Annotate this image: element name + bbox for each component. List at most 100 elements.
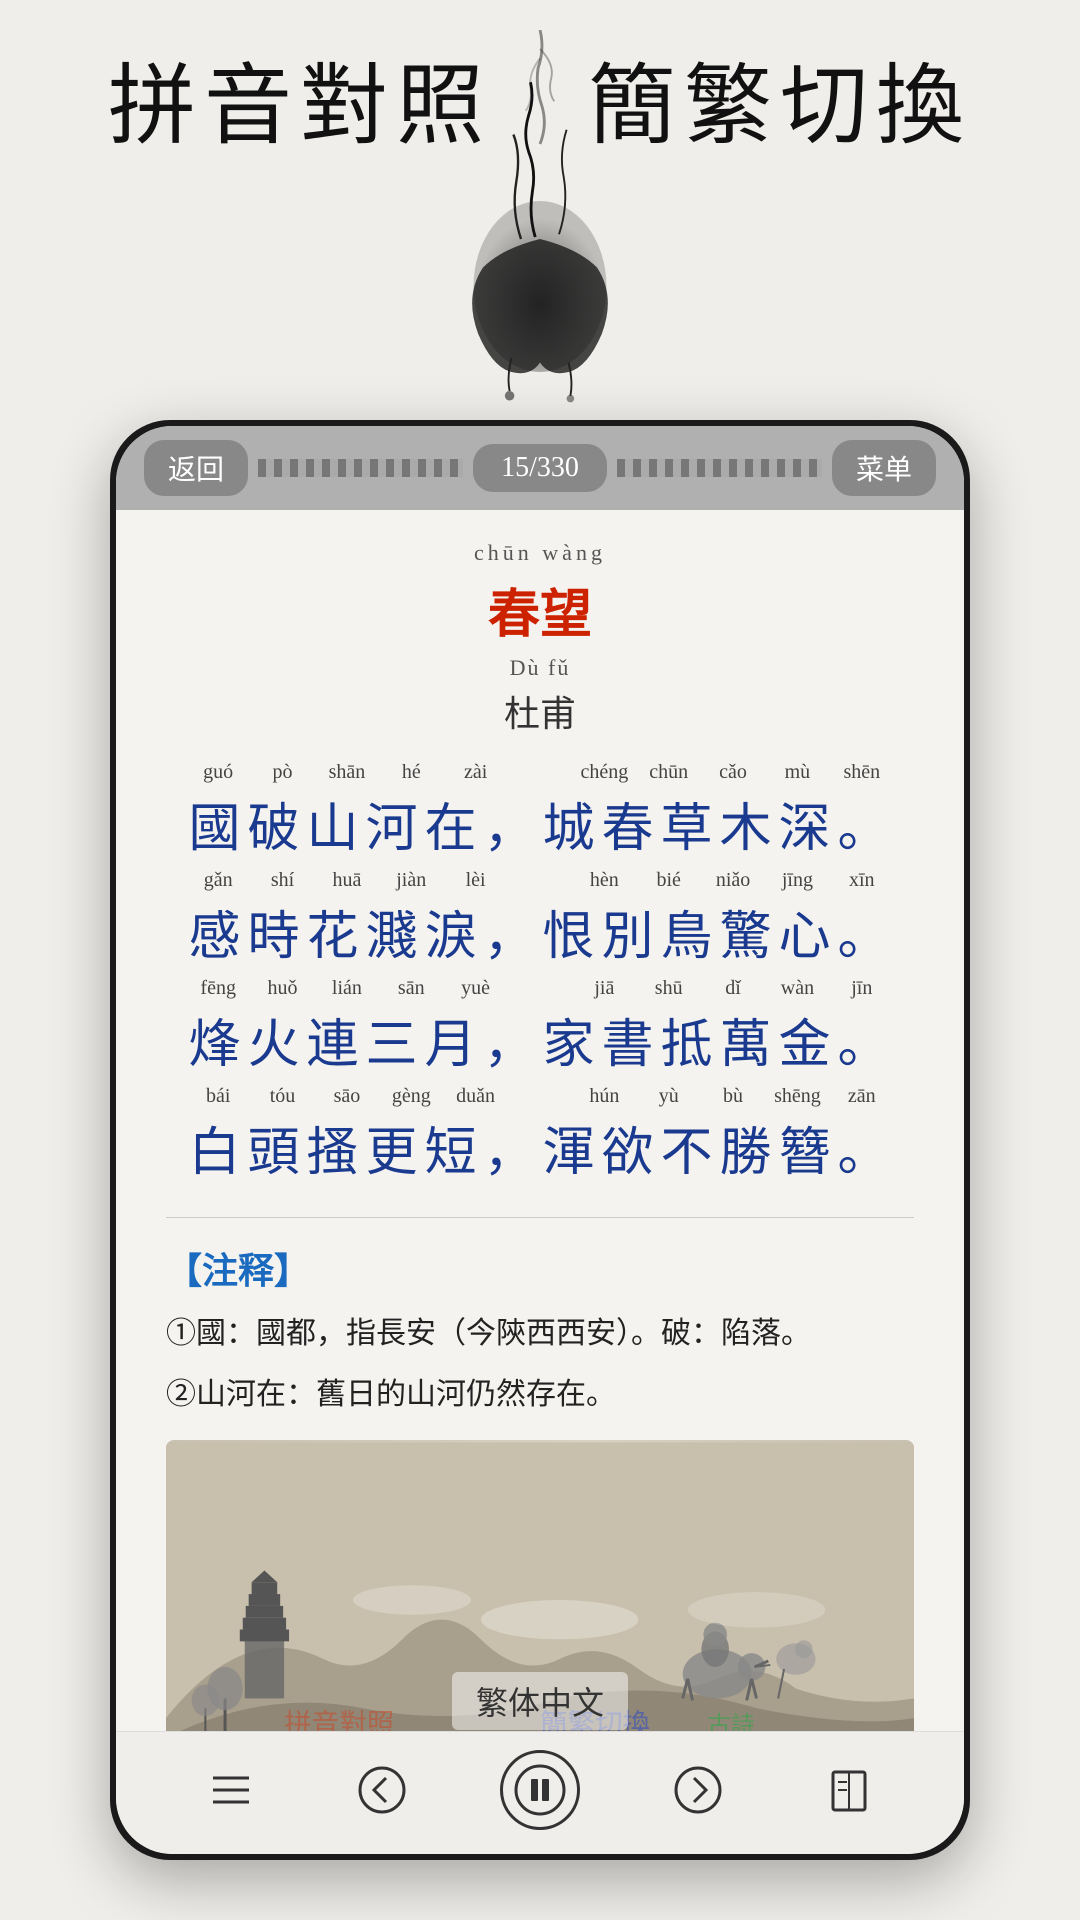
cn-row-2: 感 時 花 濺 淚 ， 恨 別 鳥 驚 心 。 [186, 894, 894, 969]
cn-row-1: 國 破 山 河 在 ， 城 春 草 木 深 。 [186, 786, 894, 861]
pinyin-cell: yuè [443, 977, 507, 1000]
prev-button[interactable] [350, 1758, 414, 1822]
author-cn: 杜甫 [166, 685, 914, 737]
cn-cell: 驚 [717, 894, 776, 969]
cn-cell: 白 [186, 1110, 245, 1185]
pinyin-cell: gǎn [186, 869, 250, 892]
cn-cell: 短 [422, 1110, 481, 1185]
pinyin-cell: chūn [637, 761, 701, 784]
pinyin-cell [508, 1085, 572, 1108]
pinyin-cell: gèng [379, 1085, 443, 1108]
cn-cell: 國 [186, 786, 245, 861]
cn-cell: 河 [363, 786, 422, 861]
cn-cell: ， [481, 786, 540, 861]
cn-cell: 草 [658, 786, 717, 861]
menu-button[interactable]: 菜单 [832, 440, 936, 496]
cn-cell: 春 [599, 786, 658, 861]
pinyin-cell: cǎo [701, 761, 765, 784]
arrow-left-icon [356, 1764, 408, 1816]
pinyin-row-1: guó pò shān hé zài chéng chūn cǎo mù shē… [186, 761, 894, 784]
cn-row-3: 烽 火 連 三 月 ， 家 書 抵 萬 金 。 [186, 1002, 894, 1077]
painting-image: 拼音對照 簡繁切換 古詩 繁体中文 [166, 1440, 914, 1731]
pinyin-cell: mù [765, 761, 829, 784]
pinyin-cell: tóu [250, 1085, 314, 1108]
poem-pinyin-title: chūn wàng [166, 540, 914, 566]
notes-text: ①國：國都，指長安（今陝西西安）。破：陷落。 ②山河在：舊日的山河仍然存在。 [166, 1308, 914, 1420]
menu-icon [205, 1764, 257, 1816]
pinyin-cell: hèn [572, 869, 636, 892]
back-button[interactable]: 返回 [144, 440, 248, 496]
cn-cell: 山 [304, 786, 363, 861]
cn-cell: 花 [304, 894, 363, 969]
pinyin-cell: dǐ [701, 977, 765, 1000]
cn-cell: 月 [422, 1002, 481, 1077]
notes-section: 【注释】 ①國：國都，指長安（今陝西西安）。破：陷落。 ②山河在：舊日的山河仍然… [166, 1242, 914, 1420]
pinyin-cell: wàn [765, 977, 829, 1000]
pinyin-row-4: bái tóu sāo gèng duǎn hún yù bù shēng zā… [186, 1085, 894, 1108]
poem-body: guó pò shān hé zài chéng chūn cǎo mù shē… [166, 761, 914, 1193]
author-pinyin: Dù fǔ [166, 655, 914, 681]
cn-cell: 在 [422, 786, 481, 861]
pinyin-cell: jīng [765, 869, 829, 892]
notes-label: 【注释】 [166, 1242, 914, 1294]
cn-cell: 淚 [422, 894, 481, 969]
note-item-1: ①國：國都，指長安（今陝西西安）。破：陷落。 [166, 1308, 914, 1359]
pinyin-cell: sān [379, 977, 443, 1000]
menu-nav-button[interactable] [199, 1758, 263, 1822]
arrow-right-icon [672, 1764, 724, 1816]
cn-cell: 。 [835, 894, 894, 969]
pinyin-cell: huǒ [250, 977, 314, 1000]
top-bar: 返回 15/330 菜单 [116, 426, 964, 510]
cn-cell: 鳥 [658, 894, 717, 969]
pinyin-cell: niǎo [701, 869, 765, 892]
pinyin-cell: shān [315, 761, 379, 784]
pinyin-cell: bái [186, 1085, 250, 1108]
poem-line-1: guó pò shān hé zài chéng chūn cǎo mù shē… [186, 761, 894, 861]
pinyin-cell [508, 761, 572, 784]
cn-cell: 簪 [776, 1110, 835, 1185]
cn-cell: 欲 [599, 1110, 658, 1185]
cn-cell: 破 [245, 786, 304, 861]
pinyin-cell [508, 977, 572, 1000]
page-counter: 15/330 [473, 444, 607, 492]
pinyin-cell: hún [572, 1085, 636, 1108]
cn-cell: 家 [540, 1002, 599, 1077]
next-button[interactable] [666, 1758, 730, 1822]
image-overlay-text: 繁体中文 [452, 1672, 628, 1730]
cn-cell: ， [481, 1110, 540, 1185]
cn-cell: 金 [776, 1002, 835, 1077]
cn-cell: 木 [717, 786, 776, 861]
book-button[interactable] [817, 1758, 881, 1822]
cn-cell: 勝 [717, 1110, 776, 1185]
pinyin-cell: jīn [830, 977, 894, 1000]
pinyin-cell: bié [637, 869, 701, 892]
pinyin-cell: pò [250, 761, 314, 784]
poem-line-3: fēng huǒ lián sān yuè jiā shū dǐ wàn jīn… [186, 977, 894, 1077]
pinyin-cell: sāo [315, 1085, 379, 1108]
poem-title: 春望 [166, 572, 914, 647]
cn-cell: 不 [658, 1110, 717, 1185]
pinyin-cell [508, 869, 572, 892]
pinyin-cell: shēn [830, 761, 894, 784]
pinyin-cell: lián [315, 977, 379, 1000]
cn-cell: 書 [599, 1002, 658, 1077]
cn-cell: 連 [304, 1002, 363, 1077]
poem-header: chūn wàng 春望 Dù fǔ 杜甫 [166, 540, 914, 737]
pinyin-cell: huā [315, 869, 379, 892]
promo-title: 拼音對照 簡繁切換 [108, 60, 972, 157]
pinyin-cell: chéng [572, 761, 636, 784]
pinyin-row-2: gǎn shí huā jiàn lèi hèn bié niǎo jīng x… [186, 869, 894, 892]
pinyin-cell: zān [830, 1085, 894, 1108]
cn-cell: 萬 [717, 1002, 776, 1077]
phone-screen: 返回 15/330 菜单 chūn wàng 春望 Dù fǔ 杜甫 [116, 426, 964, 1854]
pinyin-cell: hé [379, 761, 443, 784]
cn-cell: 感 [186, 894, 245, 969]
play-pause-button[interactable] [500, 1750, 580, 1830]
pinyin-cell: shēng [765, 1085, 829, 1108]
pinyin-cell: shí [250, 869, 314, 892]
cn-cell: 。 [835, 1110, 894, 1185]
cn-row-4: 白 頭 搔 更 短 ， 渾 欲 不 勝 簪 。 [186, 1110, 894, 1185]
cn-cell: 更 [363, 1110, 422, 1185]
cn-cell: ， [481, 1002, 540, 1077]
cn-cell: ， [481, 894, 540, 969]
